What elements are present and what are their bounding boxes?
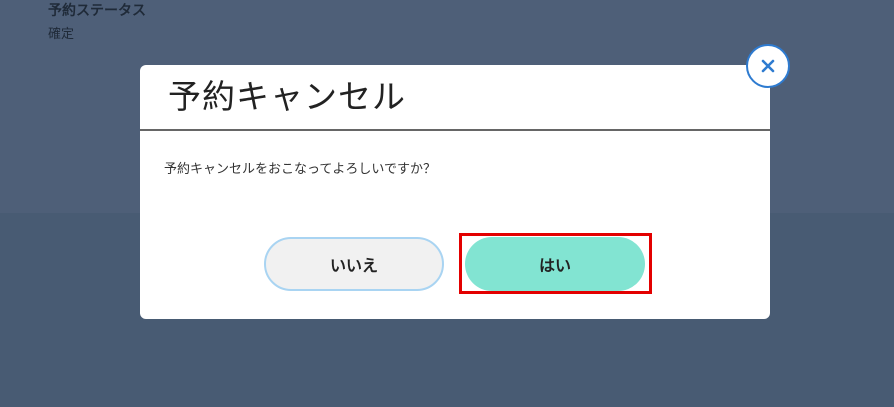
close-icon bbox=[761, 59, 775, 73]
close-button[interactable] bbox=[746, 44, 790, 88]
no-button[interactable]: いいえ bbox=[264, 237, 444, 291]
reservation-status-label: 予約ステータス bbox=[48, 3, 146, 19]
reservation-status-field: 予約ステータス 確定 bbox=[48, 2, 146, 44]
dialog-divider bbox=[140, 129, 770, 131]
cancel-reservation-dialog: 予約キャンセル 予約キャンセルをおこなってよろしいですか？ いいえ はい bbox=[140, 65, 770, 319]
dialog-title: 予約キャンセル bbox=[168, 77, 406, 116]
yes-button[interactable]: はい bbox=[465, 237, 645, 291]
reservation-status-value: 確定 bbox=[48, 27, 75, 42]
dialog-message: 予約キャンセルをおこなってよろしいですか？ bbox=[164, 162, 436, 177]
